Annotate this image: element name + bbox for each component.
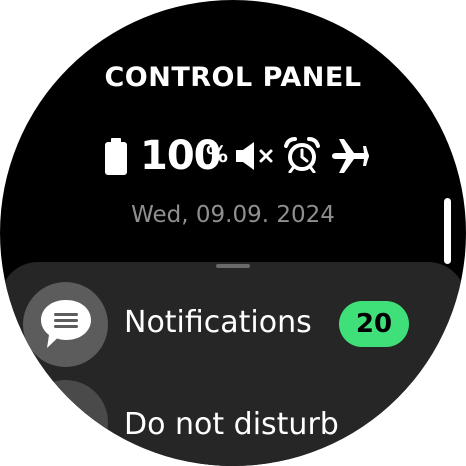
do-not-disturb-icon-circle[interactable] (23, 380, 108, 465)
airplane-icon (332, 139, 369, 173)
scrollbar[interactable] (444, 198, 451, 264)
page-title: CONTROL PANEL (104, 62, 362, 93)
alarm-clock-icon (284, 137, 320, 173)
battery-full-icon (105, 138, 127, 175)
date-label: Wed, 09.09. 2024 (131, 202, 335, 228)
watch-screen: CONTROL PANEL 100 % Wed, 09.09. 2024 Not… (0, 0, 466, 466)
notifications-label[interactable]: Notifications (124, 304, 312, 342)
moon-icon (45, 401, 81, 440)
drag-handle[interactable] (216, 264, 250, 268)
battery-percent-sign: % (206, 143, 229, 168)
do-not-disturb-label[interactable]: Do not disturb (124, 406, 339, 444)
chat-bubble-icon (41, 300, 91, 348)
notifications-count-badge: 20 (339, 301, 409, 347)
volume-muted-icon (236, 142, 273, 170)
